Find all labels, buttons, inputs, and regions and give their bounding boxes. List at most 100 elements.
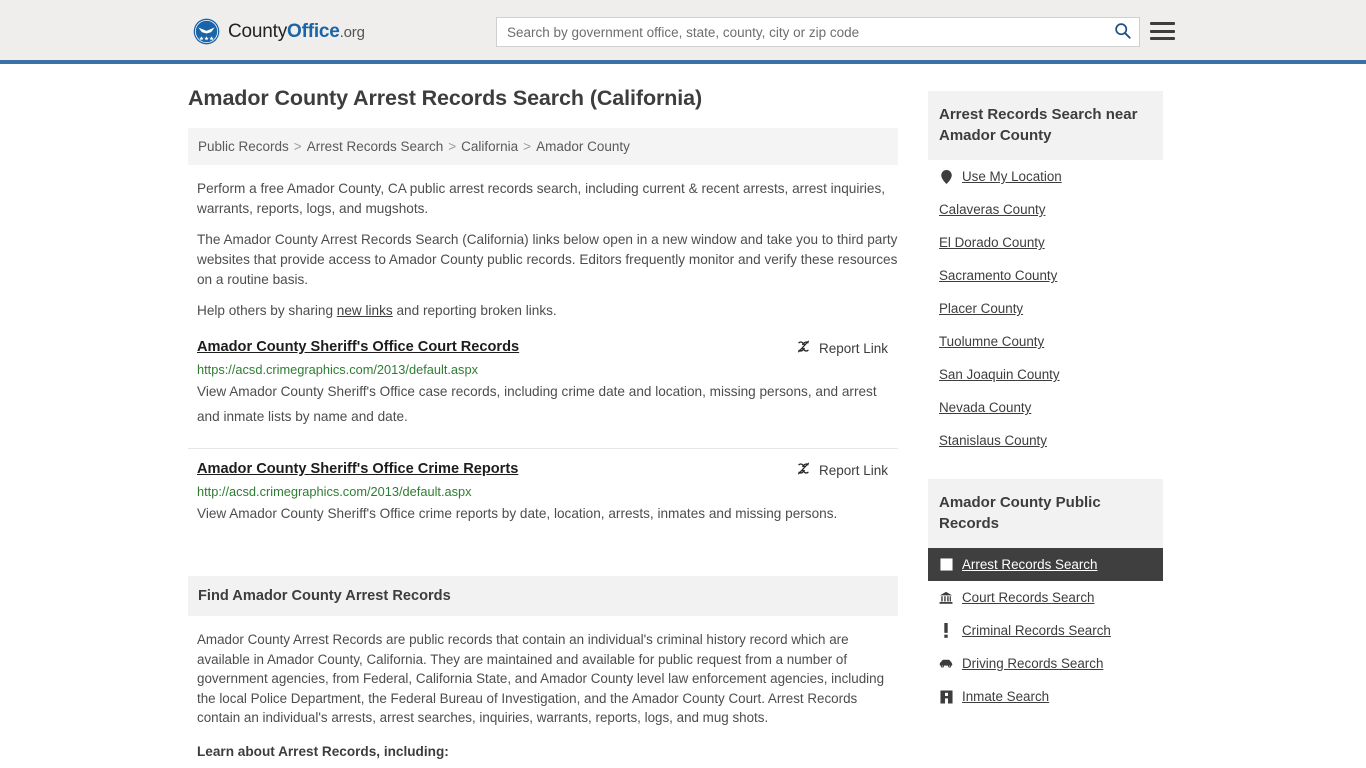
breadcrumb-separator: > <box>293 139 302 154</box>
result-url[interactable]: http://acsd.crimegraphics.com/2013/defau… <box>197 484 898 499</box>
report-link-button[interactable]: Report Link <box>796 339 898 357</box>
sidebar-item-driving-records-search[interactable]: Driving Records Search <box>928 647 1163 680</box>
car-icon <box>939 657 953 671</box>
intro-paragraph-1: Perform a free Amador County, CA public … <box>197 181 886 216</box>
sidebar-county-nevada[interactable]: Nevada County <box>928 391 1163 424</box>
list-item: Tuolumne County <box>928 325 1163 358</box>
new-links-link[interactable]: new links <box>337 303 393 318</box>
county-label: Placer County <box>939 301 1024 316</box>
white-square-icon <box>939 558 953 572</box>
nearby-panel-heading: Arrest Records Search near Amador County <box>928 91 1163 160</box>
section-body: Amador County Arrest Records are public … <box>188 616 898 761</box>
brand-office: Office <box>287 20 340 42</box>
section-paragraph: Amador County Arrest Records are public … <box>197 632 885 725</box>
broken-link-icon <box>796 339 811 357</box>
breadcrumb-item-amador-county[interactable]: Amador County <box>536 139 630 154</box>
public-records-list: Arrest Records Search Court Records Sear… <box>928 548 1163 713</box>
county-label: El Dorado County <box>939 235 1045 250</box>
result-description: View Amador County Sheriff's Office case… <box>197 384 877 424</box>
find-records-section: Find Amador County Arrest Records Amador… <box>188 576 898 761</box>
sidebar-county-san-joaquin[interactable]: San Joaquin County <box>928 358 1163 391</box>
list-item: San Joaquin County <box>928 358 1163 391</box>
list-item: Court Records Search <box>928 581 1163 614</box>
list-item: Sacramento County <box>928 259 1163 292</box>
report-link-button[interactable]: Report Link <box>796 461 898 479</box>
report-link-label: Report Link <box>818 462 888 478</box>
county-label: Tuolumne County <box>939 334 1045 349</box>
sidebar-item-label: Driving Records Search <box>962 656 1104 671</box>
sidebar-item-arrest-records-search[interactable]: Arrest Records Search <box>928 548 1163 581</box>
sidebar-county-el-dorado[interactable]: El Dorado County <box>928 226 1163 259</box>
sidebar-county-placer[interactable]: Placer County <box>928 292 1163 325</box>
share-text-after: and reporting broken links. <box>392 303 557 318</box>
result-item: Amador County Sheriff's Office Crime Rep… <box>188 448 898 536</box>
county-label: Sacramento County <box>939 268 1058 283</box>
courthouse-icon <box>939 591 953 605</box>
exclamation-icon <box>939 623 953 638</box>
list-item: Placer County <box>928 292 1163 325</box>
list-item: El Dorado County <box>928 226 1163 259</box>
brand-org: .org <box>339 23 365 41</box>
sidebar-item-label: Court Records Search <box>962 590 1095 605</box>
hamburger-bar-2 <box>1150 29 1175 33</box>
use-my-location-link[interactable]: Use My Location <box>928 160 1163 193</box>
intro-paragraph-2: The Amador County Arrest Records Search … <box>197 232 898 287</box>
list-item: Arrest Records Search <box>928 548 1163 581</box>
search-button[interactable] <box>1105 18 1139 46</box>
result-header: Amador County Sheriff's Office Crime Rep… <box>197 461 898 479</box>
intro-text: Perform a free Amador County, CA public … <box>188 179 898 321</box>
site-logo[interactable]: CountyOffice.org <box>193 18 365 45</box>
nearby-panel: Arrest Records Search near Amador County… <box>928 91 1163 457</box>
sidebar-county-calaveras[interactable]: Calaveras County <box>928 193 1163 226</box>
brand-county: County <box>228 20 288 42</box>
search-icon <box>1114 22 1131 42</box>
list-item: Criminal Records Search <box>928 614 1163 647</box>
list-item: Inmate Search <box>928 680 1163 713</box>
sidebar: Arrest Records Search near Amador County… <box>928 86 1163 768</box>
sidebar-item-inmate-search[interactable]: Inmate Search <box>928 680 1163 713</box>
breadcrumb-separator: > <box>523 139 532 154</box>
hamburger-menu-button[interactable] <box>1150 20 1175 42</box>
share-text-before: Help others by sharing <box>197 303 337 318</box>
sidebar-item-court-records-search[interactable]: Court Records Search <box>928 581 1163 614</box>
intro-paragraph-3: Help others by sharing new links and rep… <box>188 301 898 321</box>
search-bar <box>496 17 1140 47</box>
breadcrumb-item-california[interactable]: California <box>461 139 518 154</box>
sidebar-county-stanislaus[interactable]: Stanislaus County <box>928 424 1163 457</box>
list-item: Nevada County <box>928 391 1163 424</box>
list-item: Stanislaus County <box>928 424 1163 457</box>
hamburger-bar-1 <box>1150 22 1175 25</box>
site-header: CountyOffice.org <box>0 0 1366 64</box>
county-label: Stanislaus County <box>939 433 1047 448</box>
list-item: Use My Location <box>928 160 1163 193</box>
result-url[interactable]: https://acsd.crimegraphics.com/2013/defa… <box>197 362 898 377</box>
nearby-county-list: Use My Location Calaveras County El Dora… <box>928 160 1163 457</box>
use-my-location-label: Use My Location <box>962 169 1062 184</box>
sidebar-item-label: Inmate Search <box>962 689 1050 704</box>
page-title: Amador County Arrest Records Search (Cal… <box>188 86 703 110</box>
breadcrumb-item-public-records[interactable]: Public Records <box>198 139 289 154</box>
result-title-link[interactable]: Amador County Sheriff's Office Court Rec… <box>197 339 519 355</box>
sidebar-county-tuolumne[interactable]: Tuolumne County <box>928 325 1163 358</box>
list-item: Driving Records Search <box>928 647 1163 680</box>
sidebar-county-sacramento[interactable]: Sacramento County <box>928 259 1163 292</box>
result-title-link[interactable]: Amador County Sheriff's Office Crime Rep… <box>197 461 518 477</box>
result-description: View Amador County Sheriff's Office crim… <box>197 506 838 521</box>
search-input[interactable] <box>497 18 1105 46</box>
sidebar-item-label: Criminal Records Search <box>962 623 1111 638</box>
county-label: San Joaquin County <box>939 367 1060 382</box>
content-container: Amador County Arrest Records Search (Cal… <box>188 64 1178 768</box>
eagle-seal-icon <box>193 18 220 45</box>
report-link-label: Report Link <box>818 340 888 356</box>
section-sub-heading: Learn about Arrest Records, including: <box>197 743 449 759</box>
public-records-panel: Amador County Public Records Arrest Reco… <box>928 479 1163 713</box>
page-body: Amador County Arrest Records Search (Cal… <box>0 64 1366 768</box>
county-label: Calaveras County <box>939 202 1046 217</box>
result-header: Amador County Sheriff's Office Court Rec… <box>197 339 898 357</box>
breadcrumb-item-arrest-records-search[interactable]: Arrest Records Search <box>307 139 444 154</box>
breadcrumb-separator: > <box>448 139 457 154</box>
broken-link-icon <box>796 461 811 479</box>
building-icon <box>939 690 953 704</box>
hamburger-bar-3 <box>1150 37 1175 40</box>
sidebar-item-criminal-records-search[interactable]: Criminal Records Search <box>928 614 1163 647</box>
